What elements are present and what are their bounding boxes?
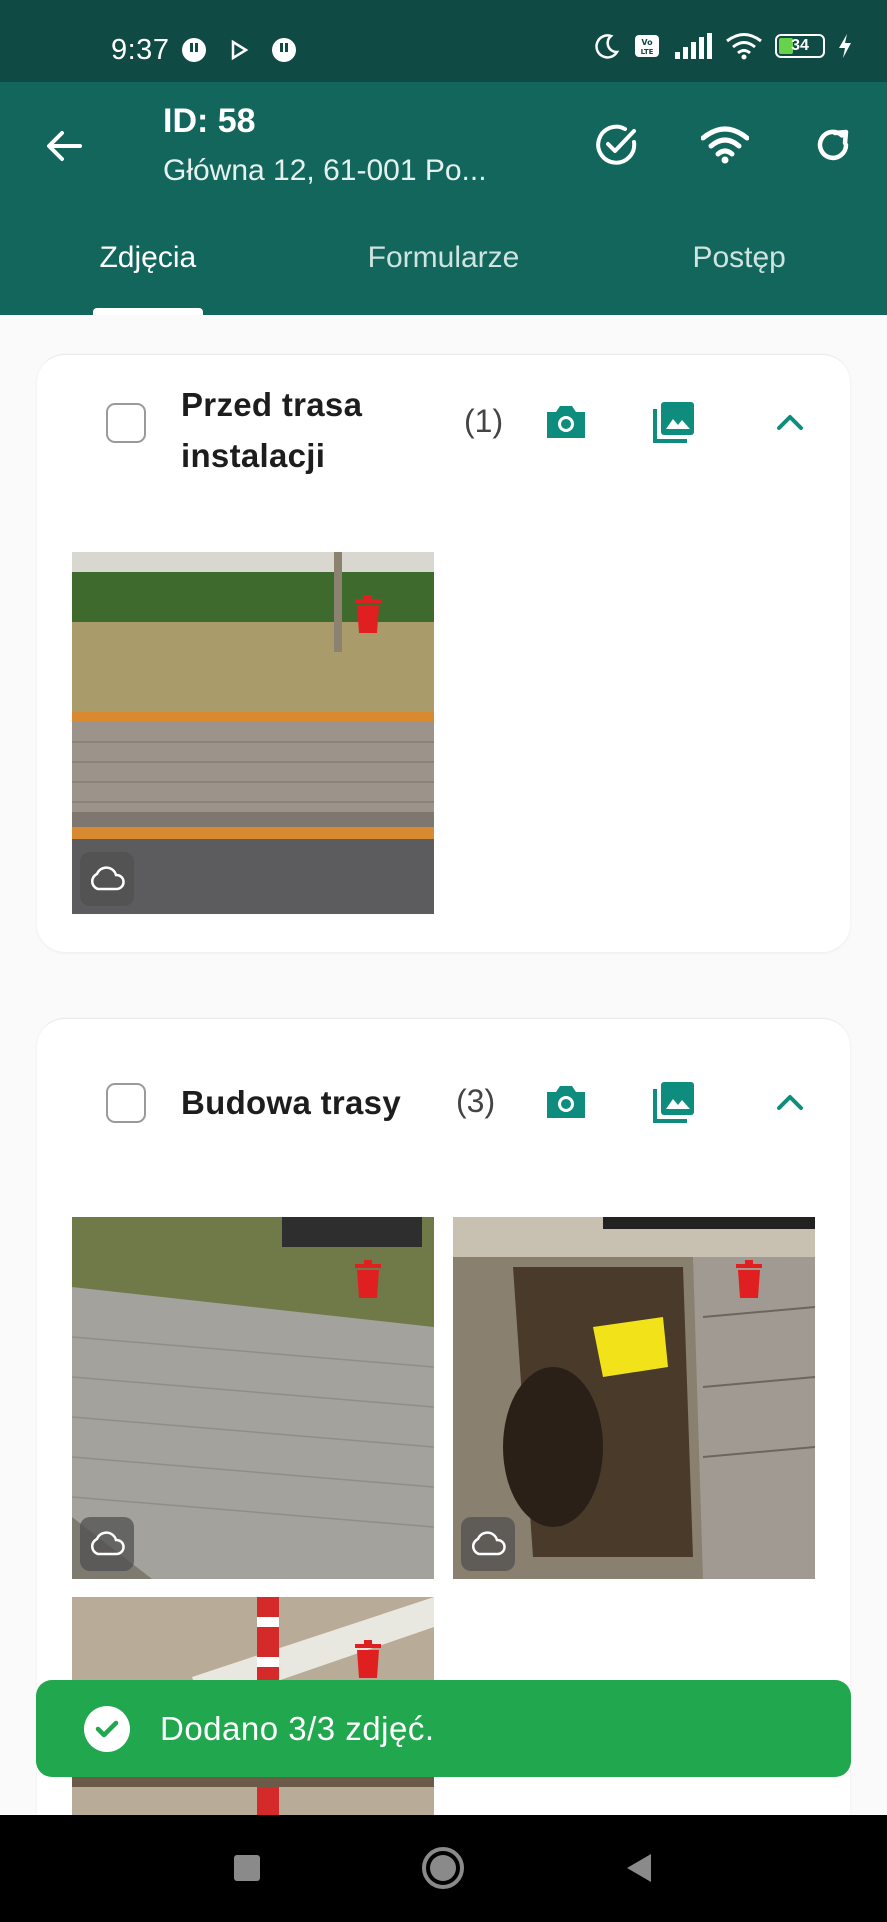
- section-checkbox[interactable]: [106, 403, 146, 443]
- back-nav-button[interactable]: [616, 1845, 662, 1891]
- cloud-icon: [91, 866, 125, 891]
- chevron-up-icon: [777, 415, 803, 430]
- camera-icon: [547, 406, 585, 438]
- chevron-up-icon: [777, 1095, 803, 1110]
- mark-complete-button[interactable]: [590, 118, 644, 172]
- gallery-icon: [653, 1082, 694, 1123]
- clock: 9:37: [111, 34, 170, 66]
- square-icon: [234, 1855, 260, 1881]
- camera-icon: [547, 1086, 585, 1118]
- cat-app-icon: [272, 38, 296, 62]
- recents-button[interactable]: [224, 1845, 270, 1891]
- svg-text:LTE: LTE: [641, 48, 654, 56]
- pick-from-gallery-button[interactable]: [649, 1077, 699, 1127]
- photo-thumbnail[interactable]: [72, 552, 434, 914]
- section-card: Przed trasa instalacji (1): [37, 354, 850, 952]
- snackbar-message: Dodano 3/3 zdjęć.: [160, 1709, 435, 1747]
- cloud-upload-status: [80, 1517, 134, 1571]
- section-title: Budowa trasy: [181, 1084, 401, 1121]
- gallery-icon: [653, 402, 694, 443]
- tab-progress[interactable]: Postęp: [591, 227, 887, 315]
- app-bar: ID: 58 Główna 12, 61-001 Po... Zdjęcia F…: [0, 82, 887, 315]
- tab-photos[interactable]: Zdjęcia: [0, 227, 296, 315]
- wifi-icon: [726, 33, 762, 60]
- notification-icons: [180, 36, 298, 64]
- home-button[interactable]: [420, 1845, 466, 1891]
- check-circle-icon: [596, 124, 637, 165]
- collapse-section-button[interactable]: [765, 1077, 815, 1127]
- system-icons: Vo LTE 34: [593, 32, 853, 60]
- wifi-icon: [701, 126, 749, 164]
- triangle-back-icon: [627, 1854, 651, 1882]
- photo-count: (1): [464, 403, 504, 439]
- delete-photo-icon[interactable]: [353, 1259, 383, 1299]
- connection-status-button[interactable]: [698, 118, 752, 172]
- photo-thumbnail[interactable]: [453, 1217, 815, 1579]
- refresh-button[interactable]: [806, 118, 860, 172]
- back-button[interactable]: [40, 122, 88, 170]
- pick-from-gallery-button[interactable]: [649, 397, 699, 447]
- photo-sections: Przed trasa instalacji (1) Budowa trasy …: [0, 315, 887, 1815]
- take-photo-button[interactable]: [541, 1077, 591, 1127]
- cloud-upload-status: [461, 1517, 515, 1571]
- status-bar: 9:37 Vo LTE 34: [0, 0, 887, 82]
- moon-icon: [595, 34, 620, 59]
- check-circle-icon: [84, 1705, 130, 1752]
- cat-app-icon: [182, 38, 206, 62]
- page-title: ID: 58: [163, 102, 256, 140]
- play-icon: [231, 39, 249, 61]
- cloud-icon: [91, 1531, 125, 1556]
- volte-icon: VoLTE: [635, 35, 659, 57]
- success-snackbar: Dodano 3/3 zdjęć.: [36, 1680, 851, 1777]
- signal-icon: [675, 33, 712, 59]
- tab-label: Formularze: [367, 241, 520, 274]
- cloud-upload-status: [80, 852, 134, 906]
- tab-label: Zdjęcia: [99, 241, 197, 274]
- delete-photo-icon[interactable]: [734, 1259, 764, 1299]
- tab-label: Postęp: [692, 241, 786, 274]
- photo-thumbnail[interactable]: [72, 1217, 434, 1579]
- section-checkbox[interactable]: [106, 1083, 146, 1123]
- refresh-icon: [817, 129, 849, 161]
- battery-icon: 34: [775, 34, 825, 58]
- cloud-icon: [472, 1531, 506, 1556]
- svg-text:Vo: Vo: [641, 38, 653, 47]
- arrow-left-icon: [47, 131, 82, 161]
- active-tab-indicator: [93, 308, 203, 315]
- battery-level: 34: [791, 37, 809, 54]
- section-title-line: Przed trasa: [181, 386, 363, 423]
- delete-photo-icon[interactable]: [353, 1639, 383, 1679]
- collapse-section-button[interactable]: [765, 397, 815, 447]
- photo-count: (3): [456, 1083, 496, 1119]
- page-subtitle: Główna 12, 61-001 Po...: [163, 154, 487, 187]
- tab-forms[interactable]: Formularze: [296, 227, 592, 315]
- system-navigation-bar: [0, 1815, 887, 1922]
- charging-icon: [839, 34, 851, 58]
- delete-photo-icon[interactable]: [353, 594, 383, 634]
- take-photo-button[interactable]: [541, 397, 591, 447]
- tab-bar: Zdjęcia Formularze Postęp: [0, 227, 887, 315]
- section-title-line: instalacji: [181, 437, 326, 474]
- circle-icon: [422, 1847, 464, 1889]
- section-title: Przed trasa instalacji: [181, 379, 362, 481]
